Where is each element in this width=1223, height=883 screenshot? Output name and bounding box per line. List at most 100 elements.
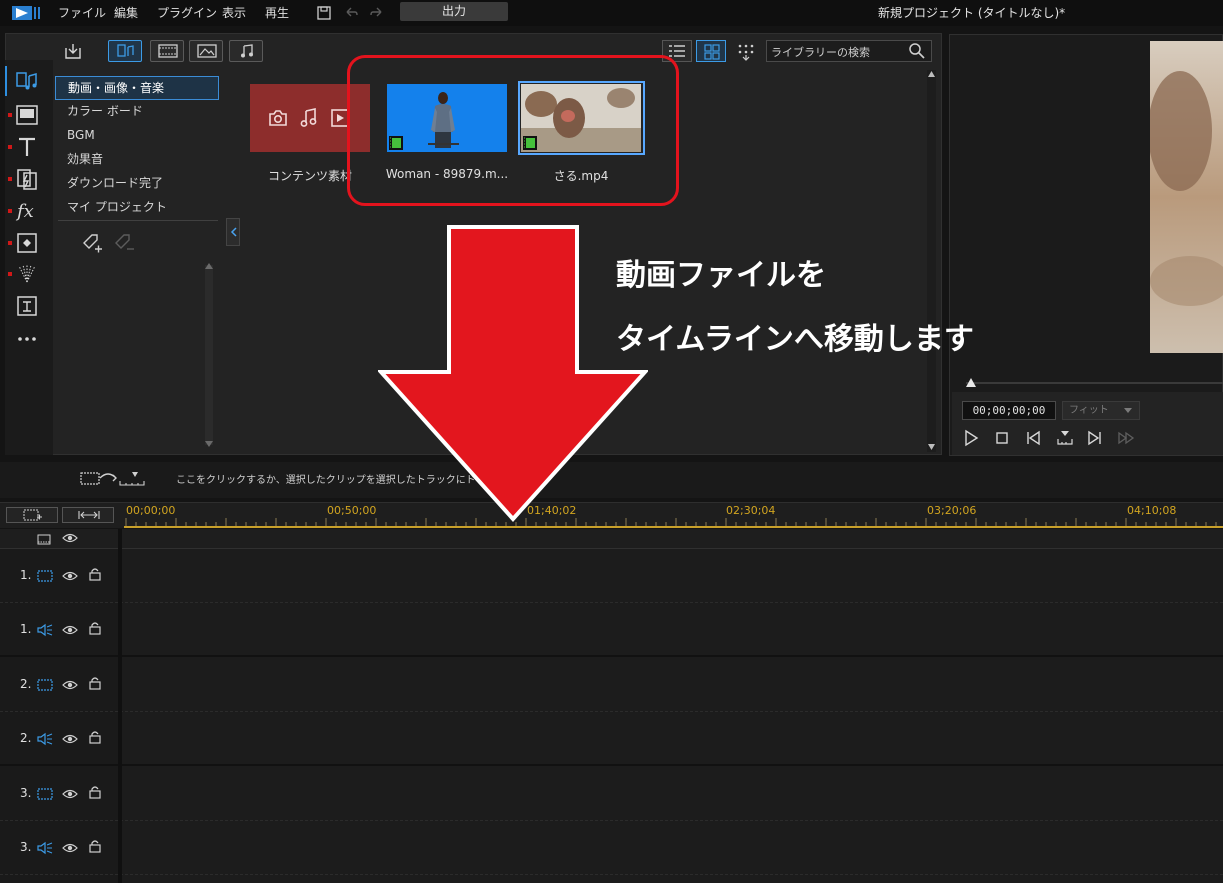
- track-number: 3.: [20, 840, 32, 854]
- preview-seek-slider[interactable]: [966, 378, 1223, 388]
- track-number: 2.: [20, 731, 32, 745]
- grid-view-button[interactable]: [696, 40, 726, 62]
- scroll-down-icon[interactable]: [927, 443, 936, 451]
- media-room-icon[interactable]: [15, 70, 39, 94]
- redo-icon[interactable]: [369, 5, 385, 21]
- lock-icon[interactable]: [87, 567, 103, 581]
- pip-room-icon[interactable]: [15, 231, 39, 255]
- title-room-icon[interactable]: [15, 135, 39, 159]
- menu-file[interactable]: ファイル: [58, 4, 106, 21]
- category-media[interactable]: 動画・画像・音楽: [55, 76, 219, 100]
- filter-music-button[interactable]: [229, 40, 263, 62]
- app-logo-icon: [12, 6, 40, 20]
- transition-room-icon[interactable]: [15, 167, 39, 191]
- undo-icon[interactable]: [343, 5, 359, 21]
- master-track-row: [0, 529, 1223, 549]
- lock-icon[interactable]: [87, 730, 103, 744]
- category-bgm[interactable]: BGM: [55, 124, 219, 148]
- eye-icon[interactable]: [62, 787, 78, 801]
- category-scrollbar[interactable]: [205, 265, 213, 445]
- add-tag-icon[interactable]: [80, 231, 104, 255]
- category-my-projects[interactable]: マイ プロジェクト: [55, 196, 219, 220]
- filter-video-music-button[interactable]: [108, 40, 142, 62]
- search-icon[interactable]: [908, 42, 926, 60]
- room-dot: [8, 272, 12, 276]
- eye-icon[interactable]: [62, 532, 78, 544]
- stop-icon[interactable]: [993, 429, 1011, 447]
- fast-forward-icon[interactable]: [1117, 429, 1135, 447]
- eye-icon[interactable]: [62, 841, 78, 855]
- lock-icon[interactable]: [87, 676, 103, 690]
- room-dot: [8, 113, 12, 117]
- master-video-icon: [37, 534, 51, 545]
- scroll-down-icon[interactable]: [204, 440, 214, 448]
- category-color-board[interactable]: カラー ボード: [55, 100, 219, 124]
- fit-timeline-icon: [78, 511, 100, 519]
- video-track-icon: [37, 570, 53, 582]
- eye-icon[interactable]: [62, 678, 78, 692]
- track-row-audio-1[interactable]: 1.: [0, 603, 1223, 657]
- track-manager-button[interactable]: [6, 507, 58, 523]
- output-button[interactable]: 出力: [400, 2, 508, 21]
- eye-icon[interactable]: [62, 623, 78, 637]
- menu-plugins[interactable]: プラグイン: [157, 4, 217, 21]
- next-frame-icon[interactable]: [1086, 429, 1104, 447]
- menu-view[interactable]: 表示: [222, 4, 246, 21]
- room-dot: [8, 209, 12, 213]
- fx-room-icon[interactable]: fx: [15, 198, 39, 222]
- speaker-icon: [37, 841, 53, 855]
- subtitle-room-icon[interactable]: [15, 294, 39, 318]
- ruler-label: 02;30;04: [726, 504, 776, 517]
- split-clip-icon[interactable]: [1056, 429, 1074, 447]
- track-row-audio-3[interactable]: 3.: [0, 821, 1223, 875]
- eye-icon[interactable]: [62, 732, 78, 746]
- play-icon[interactable]: [962, 429, 980, 447]
- svg-text:fx: fx: [15, 201, 34, 222]
- more-rooms-icon[interactable]: [15, 327, 39, 351]
- track-number: 3.: [20, 786, 32, 800]
- music-note-icon: [300, 108, 317, 127]
- ruler-baseline: [124, 526, 1223, 528]
- track-row-video-1[interactable]: 1.: [0, 549, 1223, 603]
- particle-room-icon[interactable]: [15, 262, 39, 286]
- previous-frame-icon[interactable]: [1024, 429, 1042, 447]
- save-icon[interactable]: [316, 5, 332, 21]
- project-title: 新規プロジェクト (タイトルなし)*: [878, 6, 1066, 20]
- video-track-icon: [37, 679, 53, 691]
- add-to-track-icon[interactable]: [80, 469, 146, 487]
- lock-icon[interactable]: [87, 785, 103, 799]
- import-media-icon[interactable]: [63, 41, 83, 61]
- ruler-label: 00;50;00: [327, 504, 377, 517]
- eye-icon[interactable]: [62, 569, 78, 583]
- music-filter-icon: [241, 44, 253, 58]
- collapse-panel-button[interactable]: [226, 218, 240, 246]
- room-dot: [8, 241, 12, 245]
- room-dot: [8, 145, 12, 149]
- track-header-splitter[interactable]: [118, 529, 122, 883]
- track-row-video-3[interactable]: 3.: [0, 767, 1223, 821]
- timecode-display[interactable]: 00;00;00;00: [962, 401, 1056, 420]
- app-window: ファイル 編集 プラグイン 表示 再生 出力 新規プロジェクト (タイトルなし)…: [0, 0, 1223, 883]
- annotation-highlight-box: [347, 55, 679, 206]
- remove-tag-icon[interactable]: [112, 231, 136, 255]
- sort-icon[interactable]: [737, 43, 755, 61]
- lock-icon[interactable]: [87, 839, 103, 853]
- category-divider: [58, 220, 218, 221]
- ruler-label: 03;20;06: [927, 504, 977, 517]
- category-sound-effects[interactable]: 効果音: [55, 148, 219, 172]
- menu-playback[interactable]: 再生: [265, 4, 289, 21]
- track-row-video-2[interactable]: 2.: [0, 658, 1223, 712]
- scroll-up-icon[interactable]: [204, 262, 214, 270]
- speaker-icon: [37, 623, 53, 637]
- track-row-audio-2[interactable]: 2.: [0, 712, 1223, 766]
- lock-icon[interactable]: [87, 621, 103, 635]
- category-downloaded[interactable]: ダウンロード完了: [55, 172, 219, 196]
- media-scrollbar[interactable]: [927, 70, 936, 452]
- grid-view-icon: [704, 44, 720, 60]
- fit-timeline-button[interactable]: [62, 507, 114, 523]
- filter-image-button[interactable]: [189, 40, 223, 62]
- menu-edit[interactable]: 編集: [114, 4, 138, 21]
- filter-video-button[interactable]: [150, 40, 184, 62]
- scroll-up-icon[interactable]: [927, 70, 936, 78]
- template-room-icon[interactable]: [15, 103, 39, 127]
